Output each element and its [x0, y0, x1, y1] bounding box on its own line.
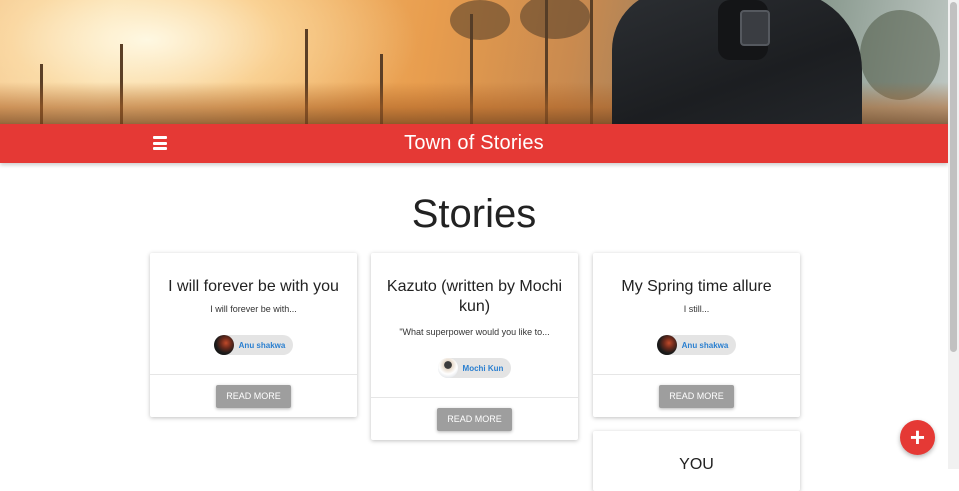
read-more-button[interactable]: READ MORE	[216, 384, 291, 408]
story-excerpt: I still...	[683, 304, 710, 314]
avatar	[213, 335, 234, 355]
story-excerpt: I will forever be with...	[210, 304, 297, 314]
story-card: My Spring time allure I still... Anu sha…	[593, 253, 800, 417]
author-name[interactable]: Mochi Kun	[463, 364, 504, 373]
author-chip[interactable]: Anu shakwa	[656, 335, 737, 355]
author-name[interactable]: Anu shakwa	[682, 341, 729, 350]
story-excerpt: "What superpower would you like to...	[399, 327, 550, 337]
add-story-button[interactable]: +	[900, 420, 935, 455]
hero-tree-crown	[520, 0, 590, 39]
scrollbar-thumb[interactable]	[950, 2, 957, 352]
story-title: Kazuto (written by Mochi kun)	[386, 278, 563, 315]
read-more-button[interactable]: READ MORE	[659, 384, 734, 408]
avatar	[437, 358, 458, 378]
top-navbar: Town of Stories	[0, 124, 948, 163]
page-title: Stories	[411, 192, 537, 236]
story-card: Kazuto (written by Mochi kun) "What supe…	[371, 253, 578, 440]
story-title: My Spring time allure	[621, 278, 772, 295]
author-name[interactable]: Anu shakwa	[239, 341, 286, 350]
hero-tree-crown	[450, 0, 510, 40]
author-chip[interactable]: Anu shakwa	[213, 335, 294, 355]
hero-banner-image	[0, 0, 948, 124]
story-card: I will forever be with you I will foreve…	[150, 253, 357, 417]
plus-icon: +	[909, 422, 926, 452]
story-card: YOU	[593, 431, 800, 491]
read-more-button[interactable]: READ MORE	[437, 407, 512, 431]
avatar	[656, 335, 677, 355]
page-scrollbar[interactable]	[948, 0, 959, 469]
story-title: YOU	[679, 456, 714, 473]
hero-backpack-patch	[740, 10, 770, 46]
menu-icon[interactable]	[153, 136, 167, 150]
author-chip[interactable]: Mochi Kun	[437, 358, 512, 378]
site-title[interactable]: Town of Stories	[0, 124, 948, 163]
story-title: I will forever be with you	[168, 278, 339, 295]
